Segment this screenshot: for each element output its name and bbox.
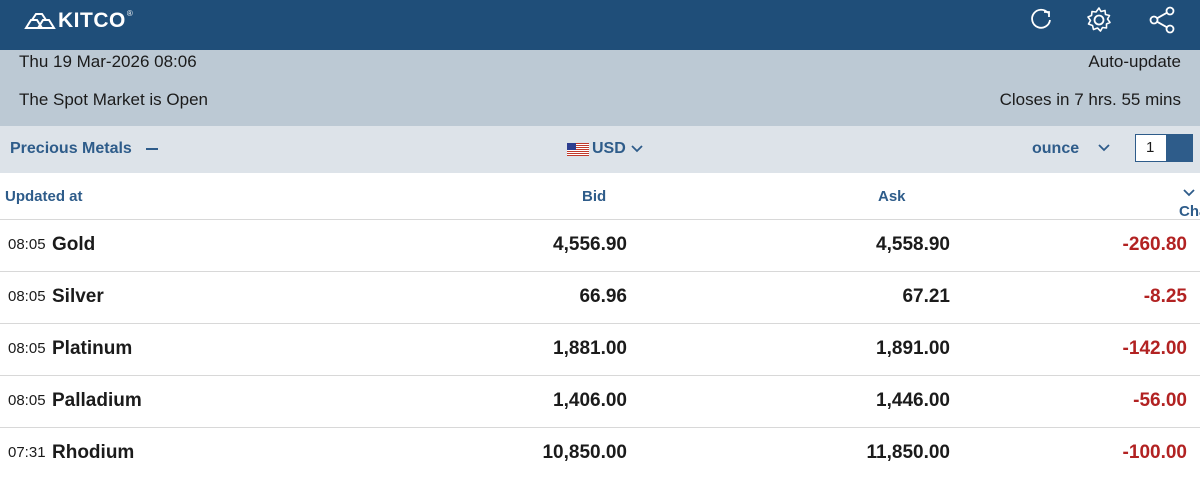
updated-time: 08:05 [8,236,46,253]
table-row-palladium[interactable]: 08:05 Palladium 1,406.00 1,446.00 -56.00 [0,376,1200,428]
us-flag-icon [567,142,589,156]
current-datetime: Thu 19 Mar-2026 08:06 [19,52,197,71]
price-change: -100.00 [1122,442,1187,463]
bid-price: 1,881.00 [553,338,627,359]
metal-name: Rhodium [52,442,135,463]
price-change: -260.80 [1122,234,1187,255]
table-row-gold[interactable]: 08:05 Gold 4,556.90 4,558.90 -260.80 [0,220,1200,272]
registered-mark: ® [126,8,133,18]
unit-label[interactable]: ounce [1032,140,1079,158]
top-bar: KITCO ® [0,0,1200,50]
price-change: -56.00 [1133,390,1187,411]
ask-price: 11,850.00 [866,442,950,463]
currency-selector[interactable]: USD [567,140,644,158]
column-change-sort[interactable]: Change [1179,188,1200,220]
refresh-icon[interactable] [1026,5,1056,35]
gear-icon[interactable] [1084,5,1114,35]
quantity-input[interactable]: 1 [1135,134,1193,162]
price-change: -8.25 [1143,286,1187,307]
price-change: -142.00 [1122,338,1187,359]
metal-name: Palladium [52,390,142,411]
unit-dropdown[interactable] [1097,140,1111,158]
metals-price-table: Updated at Bid Ask Change 08:05 Gold 4,5… [0,173,1200,479]
column-ask: Ask [878,188,906,205]
logo-text: KITCO [58,9,126,32]
column-change: Change [1179,203,1200,220]
chevron-down-icon [1183,189,1195,197]
ask-price: 1,891.00 [876,338,950,359]
share-icon[interactable] [1147,5,1177,35]
metal-name: Platinum [52,338,133,359]
filter-bar: Precious Metals USD ounce 1 [0,126,1200,173]
column-updated-at: Updated at [5,188,83,205]
updated-time: 08:05 [8,340,46,357]
bid-price: 1,406.00 [553,390,627,411]
currency-label: USD [592,140,626,157]
bid-price: 66.96 [579,286,627,307]
quantity-value[interactable]: 1 [1136,135,1166,161]
gold-bars-icon [24,13,56,29]
ask-price: 1,446.00 [876,390,950,411]
category-selector[interactable]: Precious Metals [10,140,158,158]
chevron-down-icon [1098,144,1110,152]
table-header: Updated at Bid Ask Change [0,173,1200,220]
bid-price: 10,850.00 [542,442,627,463]
updated-time: 08:05 [8,288,46,305]
metal-name: Silver [52,286,104,307]
auto-update-label[interactable]: Auto-update [1088,52,1181,72]
market-status-panel: Thu 19 Mar-2026 08:06 Auto-update The Sp… [0,50,1200,126]
kitco-logo[interactable]: KITCO ® [24,8,133,34]
updated-time: 08:05 [8,392,46,409]
market-open-status: The Spot Market is Open [19,90,208,109]
table-row-platinum[interactable]: 08:05 Platinum 1,881.00 1,891.00 -142.00 [0,324,1200,376]
collapse-icon [145,148,158,150]
metal-name: Gold [52,234,96,255]
table-row-silver[interactable]: 08:05 Silver 66.96 67.21 -8.25 [0,272,1200,324]
ask-price: 4,558.90 [876,234,950,255]
chevron-down-icon [631,145,643,153]
market-closes-in: Closes in 7 hrs. 55 mins [999,90,1181,109]
bid-price: 4,556.90 [553,234,627,255]
updated-time: 07:31 [8,444,46,461]
category-label: Precious Metals [10,140,132,157]
table-row-rhodium[interactable]: 07:31 Rhodium 10,850.00 11,850.00 -100.0… [0,428,1200,479]
ask-price: 67.21 [902,286,950,307]
column-bid: Bid [582,188,607,205]
